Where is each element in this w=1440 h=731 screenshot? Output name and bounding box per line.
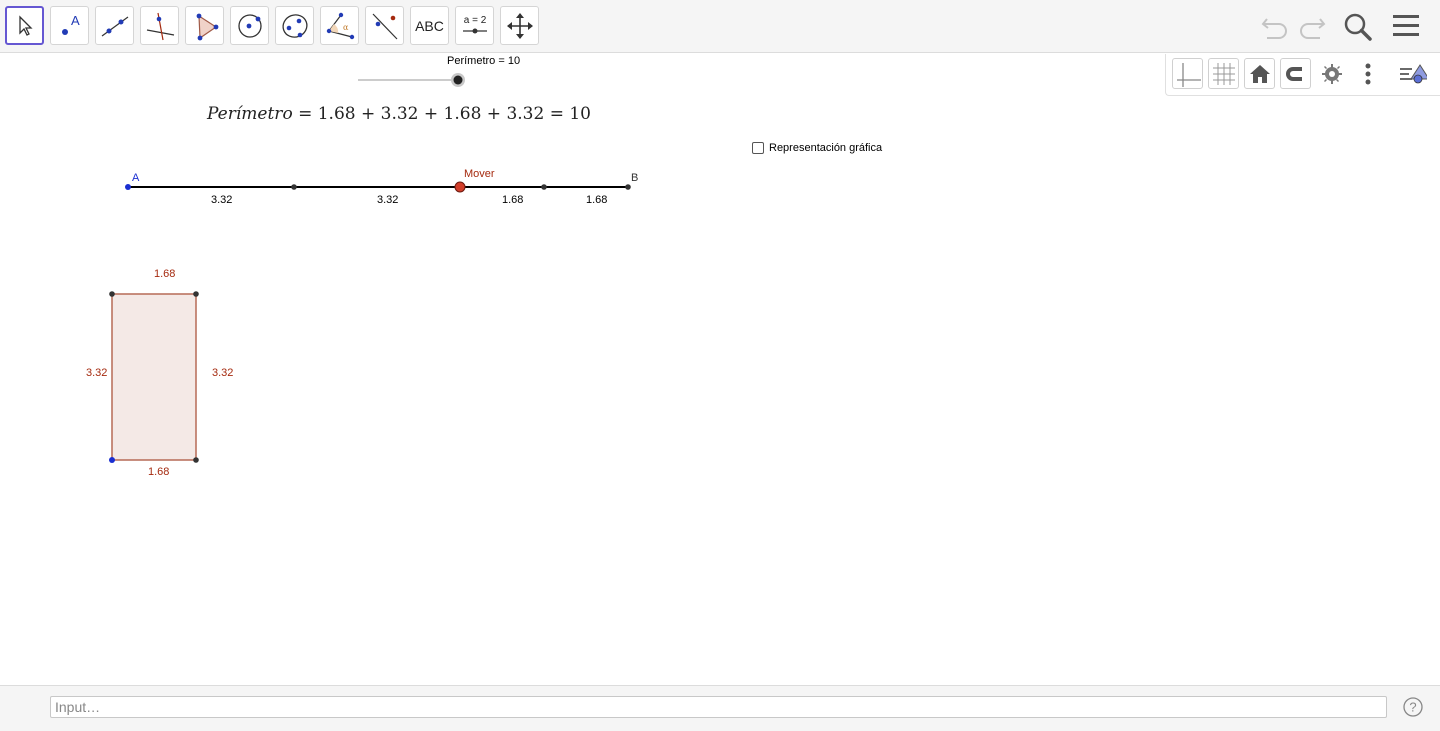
search-icon[interactable] [1342,11,1374,43]
conic-tool-button[interactable] [275,6,314,45]
rectangle-polygon[interactable] [111,293,197,461]
help-icon[interactable]: ? [1403,697,1423,717]
formula-rhs: = 1.68 + 3.32 + 1.68 + 3.32 = 10 [292,104,591,124]
menu-icon[interactable] [1390,12,1422,40]
axes-toggle-button[interactable] [1172,58,1203,89]
input-bar: Input… ? [0,685,1440,731]
undo-icon[interactable] [1259,11,1291,41]
move-graphics-tool-button[interactable] [500,6,539,45]
rectangle-vertex [193,291,199,297]
slider-tool-button[interactable]: a = 2 [455,6,494,45]
move-tool-button[interactable] [5,6,44,45]
checkbox-box[interactable] [752,142,764,154]
settings-button[interactable] [1316,58,1347,89]
line-tool-button[interactable] [95,6,134,45]
text-tool-label: ABC [415,17,444,34]
angle-icon: α [326,12,354,39]
axes-icon [1176,62,1201,87]
graphic-representation-checkbox[interactable]: Representación gráfica [752,142,882,154]
rectangle-vertex [109,291,115,297]
polygon-tool-button[interactable] [185,6,224,45]
point-icon: A [61,13,80,35]
reflect-tool-button[interactable] [365,6,404,45]
segment-length-label: 1.68 [502,194,524,206]
point-tool-label: A [71,13,80,28]
point-tool-button[interactable]: A [50,6,89,45]
magnet-icon [1285,66,1306,81]
polygon-icon [196,13,218,40]
slider-caption: Perímetro = 10 [447,55,521,67]
point-capturing-button[interactable] [1280,58,1311,89]
toolbar: A α ABC a = 2 [0,0,1440,53]
toggle-style-bar-icon [1400,63,1427,83]
arrow-cursor-icon [18,14,33,36]
angle-tool-label: α [343,23,349,32]
slider-tool-label: a = 2 [463,15,486,26]
home-view-button[interactable] [1244,58,1275,89]
more-options-button[interactable] [1352,58,1383,89]
home-icon [1249,64,1270,83]
rect-left-label: 3.32 [86,367,108,379]
mover-point[interactable] [454,181,466,193]
gear-icon [1321,63,1342,84]
ellipse-icon [281,13,308,38]
point-a[interactable] [125,184,131,190]
mover-label: Mover [464,168,495,180]
checkbox-label: Representación gráfica [769,142,883,154]
rectangle-vertex [193,457,199,463]
redo-icon[interactable] [1296,11,1328,41]
slider-knob[interactable] [453,75,463,85]
text-tool-button[interactable]: ABC [410,6,449,45]
point-b[interactable] [625,184,631,190]
circle-icon [237,13,262,38]
rect-top-label: 1.68 [154,268,176,280]
perpendicular-line-icon [146,12,174,40]
slider-icon: a = 2 [462,15,487,33]
angle-tool-button[interactable]: α [320,6,359,45]
perimeter-formula: Perímetro = 1.68 + 3.32 + 1.68 + 3.32 = … [207,104,591,124]
move-arrows-icon [506,12,533,39]
grid-icon [1212,62,1235,85]
rectangle-vertex-free[interactable] [109,457,115,463]
segment-length-label: 1.68 [586,194,608,206]
graphics-view[interactable]: Perímetro = 10 Perímetro = 1.68 + 3.32 +… [0,53,1440,685]
segment-length-label: 3.32 [211,194,233,206]
grid-toggle-button[interactable] [1208,58,1239,89]
algebra-input[interactable]: Input… [50,696,1387,718]
segment-length-label: 3.32 [377,194,399,206]
circle-tool-button[interactable] [230,6,269,45]
more-vert-icon [1365,63,1370,84]
point-a-label: A [132,172,140,184]
perpendicular-line-tool-button[interactable] [140,6,179,45]
reflect-icon [372,13,397,39]
toggle-style-bar-button[interactable] [1396,58,1427,89]
rect-right-label: 3.32 [212,367,234,379]
style-bar [1165,54,1440,96]
segment-point [291,184,297,190]
help-glyph: ? [1409,700,1416,715]
formula-lhs: Perímetro [207,104,293,124]
point-b-label: B [631,172,639,184]
segment-point [541,184,547,190]
rect-bottom-label: 1.68 [148,466,170,478]
line-icon [101,16,128,36]
